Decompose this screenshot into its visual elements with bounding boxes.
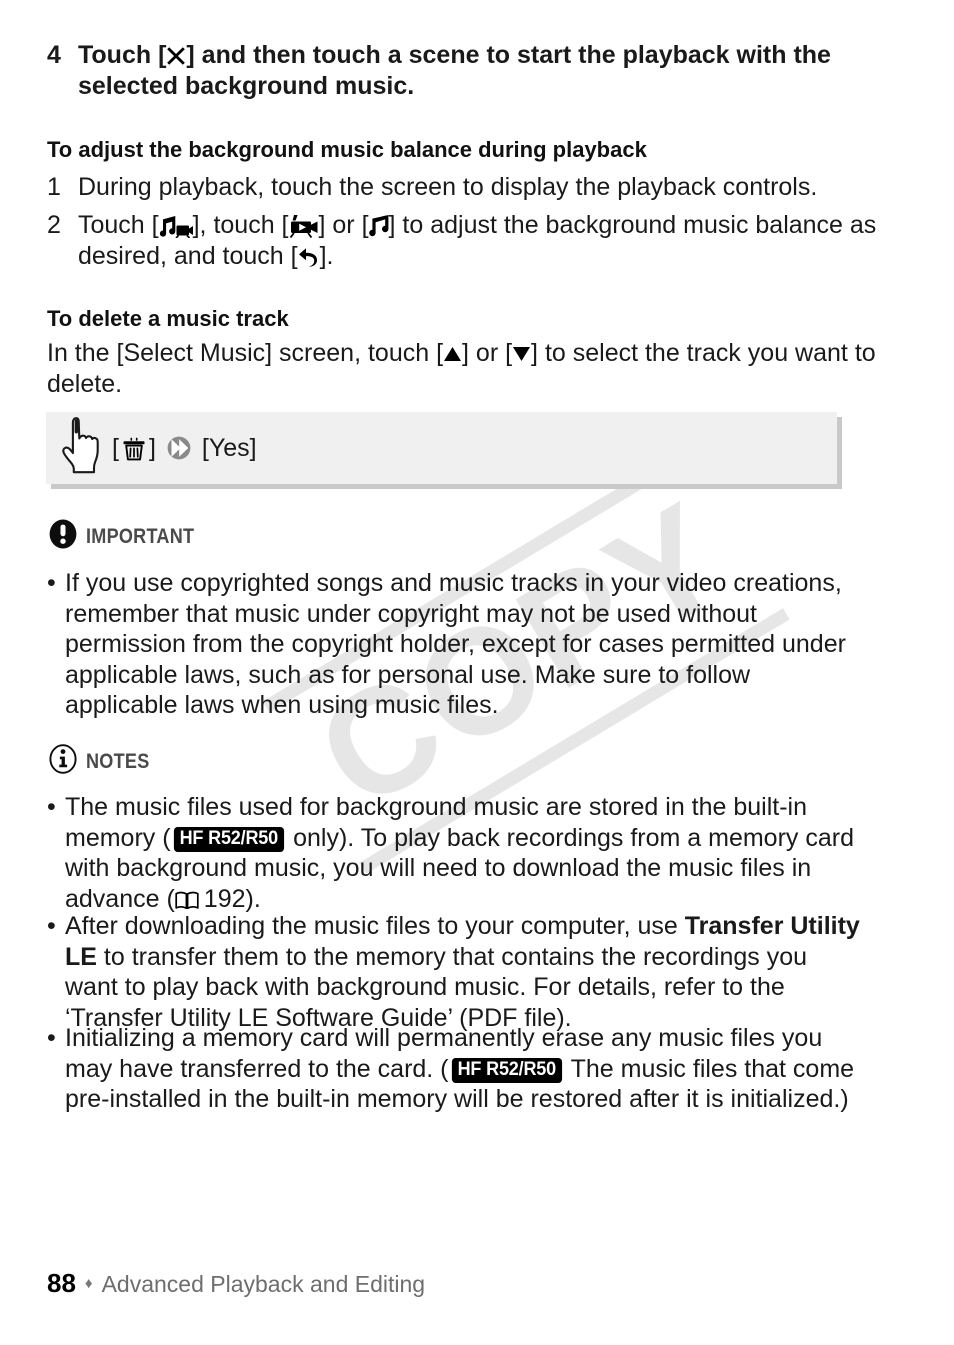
notes-label: NOTES xyxy=(86,749,150,773)
bullet-marker: • xyxy=(47,569,56,597)
notes-b2-part2: to transfer them to the memory that cont… xyxy=(65,942,808,1032)
page-footer: 88 ♦ Advanced Playback and Editing xyxy=(47,1268,425,1299)
notes-bullet-3-text: Initializing a memory card will permanen… xyxy=(65,1023,865,1115)
step-4-number: 4 xyxy=(47,41,61,69)
manual-page: COPY 4 Touch [] and then touch a scene t… xyxy=(0,0,954,1345)
close-x-icon xyxy=(166,46,186,66)
delete-part2: ] or [ xyxy=(462,339,513,367)
delete-track-instructions: In the [Select Music] screen, touch [ ] o… xyxy=(47,338,877,400)
notes-bullet-2-text: After downloading the music files to you… xyxy=(65,911,865,1033)
notes-b1-part3: ). xyxy=(245,884,261,913)
step-4: 4 Touch [] and then touch a scene to sta… xyxy=(47,40,877,102)
notes-b1-page-ref: 192 xyxy=(203,884,246,913)
triangle-down-icon xyxy=(512,345,531,363)
notes-bullet-3: • Initializing a memory card will perman… xyxy=(47,1023,865,1115)
important-bullet-1-text: If you use copyrighted songs and music t… xyxy=(65,569,846,719)
step-2-balance: 2 Touch [ ], touch [ ] or [ ] to adjust … xyxy=(47,210,877,272)
trash-delete-icon xyxy=(122,437,146,461)
music-video-balance-icon xyxy=(159,216,193,238)
important-label: IMPORTANT xyxy=(86,524,195,548)
procedure-result: [Yes] xyxy=(201,434,257,462)
delete-part1: In the [Select Music] screen, touch [ xyxy=(47,339,444,367)
step-2-number: 2 xyxy=(47,211,61,239)
procedure-text: [ ] [Yes] xyxy=(112,433,257,463)
bracket-open: [ xyxy=(112,434,119,462)
notes-bullet-1-text: The music files used for background musi… xyxy=(65,792,862,914)
step-2-part2: ], touch [ xyxy=(192,211,289,239)
triangle-up-icon xyxy=(443,345,462,363)
video-movie-icon xyxy=(289,215,319,238)
step-1-balance: 1 During playback, touch the screen to d… xyxy=(47,172,887,203)
double-chevron-right-icon xyxy=(167,436,191,460)
step-1-text: During playback, touch the screen to dis… xyxy=(78,173,818,201)
bullet-marker: • xyxy=(47,793,56,821)
footer-diamond-icon: ♦ xyxy=(84,1275,93,1292)
return-back-arrow-icon xyxy=(298,247,320,268)
notes-bullet-2: • After downloading the music files to y… xyxy=(47,911,865,1033)
heading-adjust-balance: To adjust the background music balance d… xyxy=(47,137,647,162)
important-bullet-1: • If you use copyrighted songs and music… xyxy=(47,568,857,721)
step-2-part3: ] or [ xyxy=(318,211,369,239)
step-4-text: Touch [] and then touch a scene to start… xyxy=(78,40,877,102)
step-4-text-after: ] and then touch a scene to start the pl… xyxy=(78,41,831,100)
pointing-hand-icon xyxy=(60,416,100,479)
step-4-text-before: Touch [ xyxy=(78,41,167,69)
bullet-marker: • xyxy=(47,912,56,940)
notes-bullet-1: • The music files used for background mu… xyxy=(47,792,862,914)
step-2-part1: Touch [ xyxy=(78,211,159,239)
procedure-box: [ ] [Yes] xyxy=(46,412,837,484)
bullet-marker: • xyxy=(47,1024,56,1052)
notes-callout-header: NOTES xyxy=(49,744,160,779)
heading-delete-track: To delete a music track xyxy=(47,306,289,331)
model-badge-hfr52-r50: HF R52/R50 xyxy=(451,1057,562,1083)
step-2-part5: ]. xyxy=(319,242,334,270)
open-book-icon xyxy=(175,891,199,910)
music-note-icon xyxy=(368,215,389,237)
step-2-text: Touch [ ], touch [ ] or [ ] to adjust th xyxy=(78,210,877,272)
exclamation-circle-icon xyxy=(49,519,77,554)
step-1-number: 1 xyxy=(47,173,61,201)
notes-b2-part1: After downloading the music files to you… xyxy=(65,912,685,940)
footer-chapter-title: Advanced Playback and Editing xyxy=(101,1271,426,1297)
info-circle-icon xyxy=(49,744,77,779)
model-badge-hfr52-r50: HF R52/R50 xyxy=(173,826,284,852)
footer-page-number: 88 xyxy=(47,1268,76,1298)
important-callout-header: IMPORTANT xyxy=(49,519,212,554)
bracket-close: ] xyxy=(148,434,156,462)
